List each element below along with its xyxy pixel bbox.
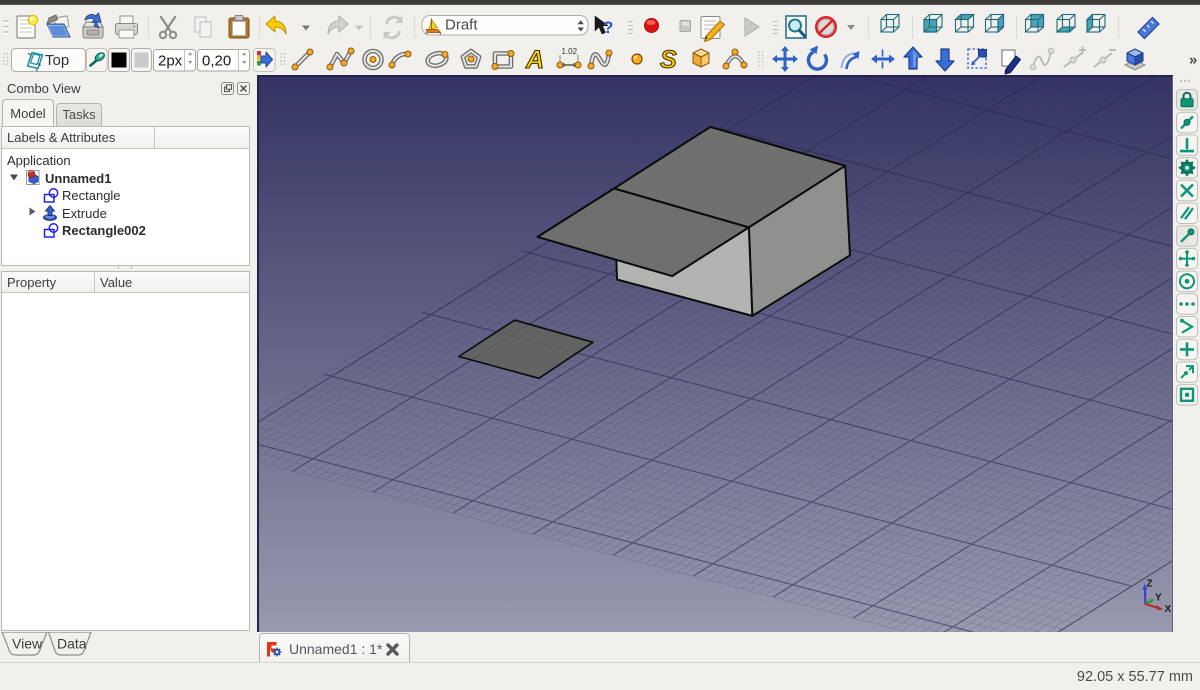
svg-text:X: X — [1165, 604, 1172, 615]
svg-text:1.02: 1.02 — [562, 47, 578, 56]
svg-text:Y: Y — [1155, 593, 1162, 604]
svg-text:Top: Top — [45, 52, 69, 69]
svg-text:0,20: 0,20 — [202, 53, 231, 70]
svg-text:Data: Data — [57, 636, 87, 652]
svg-text:S: S — [660, 46, 677, 74]
svg-text:Z: Z — [1147, 579, 1153, 590]
svg-text:View: View — [12, 636, 43, 652]
svg-text:?: ? — [603, 18, 613, 37]
svg-text:Draft: Draft — [445, 17, 478, 34]
svg-text:»: » — [1189, 52, 1197, 69]
svg-text:A: A — [525, 46, 544, 74]
svg-text:2px: 2px — [158, 53, 183, 70]
